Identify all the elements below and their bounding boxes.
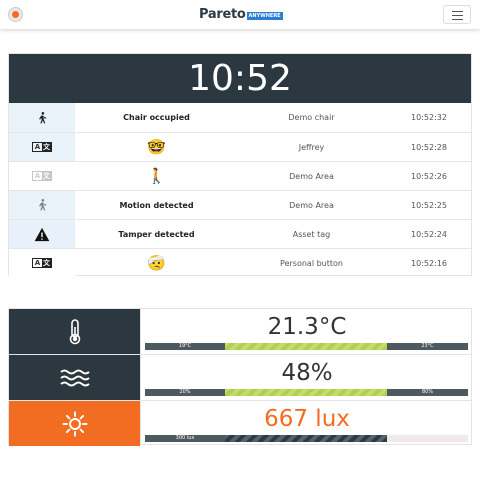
brand-name: Pareto [199, 7, 246, 22]
sun-icon [9, 401, 140, 446]
event-device: Demo chair [288, 113, 335, 122]
clock-display: 10:52 [9, 54, 471, 103]
event-row[interactable]: A文 🚶 Demo Area 10:52:26 [9, 161, 471, 190]
brand-badge: ANYWHERE [246, 12, 283, 20]
sensor-reading: 667 lux 300 lux [140, 401, 473, 446]
language-icon: A文 [9, 133, 75, 161]
walking-person-icon [9, 103, 75, 132]
range-high-segment: 80% [387, 389, 468, 396]
event-time: 10:52:25 [411, 200, 447, 210]
range-low-segment: 19°C [145, 343, 225, 350]
person-walking-emoji: 🚶 [147, 167, 166, 185]
humidity-sensor[interactable]: 48% 20% 80% [9, 354, 471, 400]
light-range-bar: 300 lux [145, 435, 468, 442]
event-device: Asset tag [292, 229, 331, 239]
light-value: 667 lux [264, 406, 350, 432]
event-time: 10:52:26 [411, 171, 447, 181]
event-name: Tamper detected [118, 229, 195, 239]
event-device: Personal button [280, 258, 343, 268]
light-sensor[interactable]: 667 lux 300 lux [9, 400, 471, 446]
top-navbar: Pareto ANYWHERE [0, 0, 480, 29]
range-high-segment [387, 435, 468, 442]
walking-person-icon [9, 191, 75, 219]
warning-triangle-icon [9, 220, 75, 248]
sensor-reading: 48% 20% 80% [140, 355, 473, 400]
sensor-panel: 21.3°C 19°C 23°C 48% 20% 80% 667 lux 300… [8, 308, 472, 446]
humidity-waves-icon [9, 355, 140, 400]
range-ok-segment [225, 389, 387, 396]
range-low-segment: 20% [145, 389, 225, 396]
menu-line [452, 15, 463, 16]
thermometer-icon [9, 309, 140, 354]
event-device: Demo Area [289, 200, 334, 210]
bandaged-face-emoji: 🤕 [147, 254, 166, 272]
event-row[interactable]: A文 🤓 Jeffrey 10:52:28 [9, 132, 471, 161]
event-row[interactable]: Tamper detected Asset tag 10:52:24 [9, 219, 471, 248]
event-row[interactable]: A文 🤕 Personal button 10:52:16 [9, 248, 471, 277]
event-row[interactable]: Chair occupied Demo chair 10:52:32 [9, 103, 471, 132]
range-high-segment: 23°C [387, 343, 468, 350]
event-time: 10:52:24 [411, 229, 447, 239]
event-row[interactable]: Motion detected Demo Area 10:52:25 [9, 190, 471, 219]
range-low-segment: 300 lux [145, 435, 225, 442]
event-time: 10:52:28 [411, 142, 447, 152]
temperature-value: 21.3°C [267, 314, 347, 340]
menu-line [452, 19, 463, 20]
range-ok-segment [225, 435, 387, 442]
sensor-reading: 21.3°C 19°C 23°C [140, 309, 473, 354]
event-name: Chair occupied [123, 113, 190, 122]
language-icon: A文 [9, 249, 75, 277]
menu-line [452, 11, 463, 12]
temperature-sensor[interactable]: 21.3°C 19°C 23°C [9, 309, 471, 354]
humidity-range-bar: 20% 80% [145, 389, 468, 396]
humidity-value: 48% [281, 360, 333, 386]
app-logo-icon[interactable] [8, 7, 23, 22]
event-device: Demo Area [289, 171, 334, 181]
temperature-range-bar: 19°C 23°C [145, 343, 468, 350]
event-device: Jeffrey [298, 142, 325, 152]
event-time: 10:52:32 [411, 113, 447, 122]
event-log-panel: 10:52 Chair occupied Demo chair 10:52:32… [8, 53, 472, 277]
brand-logo[interactable]: Pareto ANYWHERE [199, 6, 283, 22]
range-ok-segment [225, 343, 387, 350]
nerd-face-emoji: 🤓 [147, 138, 166, 156]
language-icon: A文 [9, 162, 75, 190]
event-time: 10:52:16 [411, 258, 447, 268]
event-name: Motion detected [119, 200, 194, 210]
hamburger-menu-button[interactable] [443, 5, 471, 24]
